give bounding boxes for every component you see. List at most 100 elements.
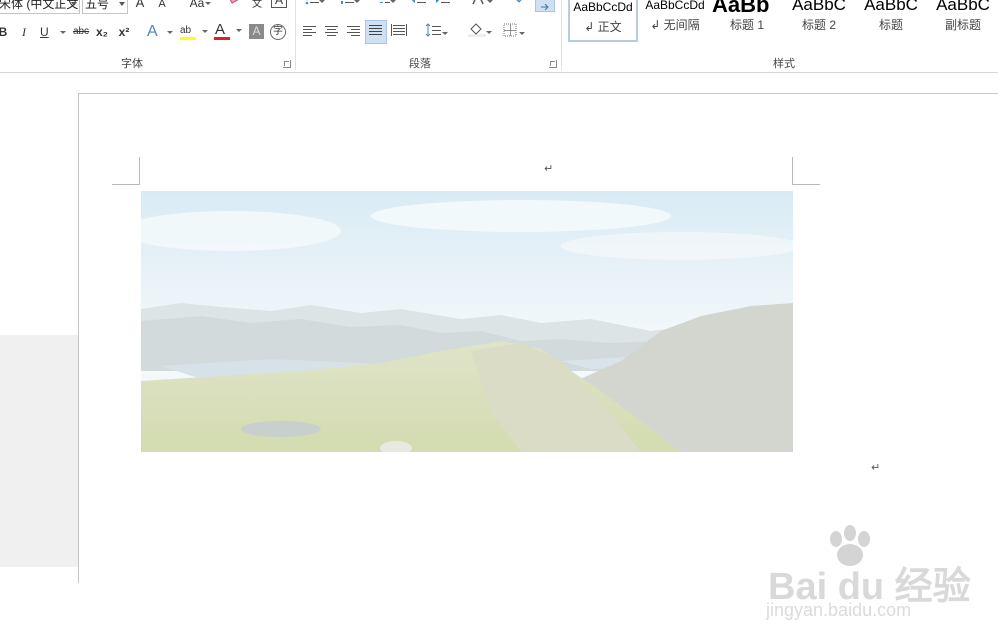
style-name: 标题 1	[712, 18, 782, 32]
style-sample: AaBbC	[856, 0, 926, 18]
chinese-layout-button[interactable]	[465, 0, 493, 12]
font-name-combo[interactable]: 宋体 (中文正文)	[0, 0, 80, 14]
italic-icon: I	[22, 25, 26, 39]
style-sample: AaBbCcDd	[570, 0, 636, 20]
borders-icon	[503, 23, 519, 37]
justify-icon	[369, 24, 383, 36]
navigation-gutter	[0, 335, 78, 567]
style-no-spacing[interactable]: AaBbCcDd ↲ 无间隔	[640, 0, 710, 42]
font-size-value: 五号	[85, 0, 109, 11]
phonetic-guide-button[interactable]: 文	[250, 0, 264, 16]
text-effects-icon: A	[147, 23, 158, 40]
style-normal[interactable]: AaBbCcDd ↲ 正文	[568, 0, 638, 42]
text-effects-button[interactable]: A	[145, 21, 173, 43]
style-sample: AaBb	[712, 0, 782, 18]
group-divider	[295, 0, 296, 70]
bullets-button[interactable]	[301, 0, 325, 12]
group-divider	[561, 0, 562, 70]
phonetic-guide-icon: 文	[252, 0, 262, 10]
multilevel-list-button[interactable]	[372, 0, 396, 12]
chevron-down-icon	[119, 2, 125, 6]
style-name: 标题 2	[784, 18, 854, 32]
grow-font-icon: A	[136, 0, 145, 10]
numbering-button[interactable]	[336, 0, 360, 12]
styles-group-label: 样式	[752, 55, 816, 71]
bold-button[interactable]: B	[0, 21, 10, 43]
increase-indent-icon	[435, 0, 451, 5]
inserted-landscape-image[interactable]	[141, 191, 793, 452]
style-name: ↲ 正文	[570, 20, 636, 34]
align-right-button[interactable]	[346, 22, 362, 44]
distributed-button[interactable]	[390, 22, 408, 44]
margin-corner-top-left	[112, 157, 140, 185]
shrink-font-icon: A	[158, 0, 165, 10]
styles-gallery: AaBbCcDd ↲ 正文 AaBbCcDd ↲ 无间隔 AaBb 标题 1 A…	[566, 0, 998, 45]
sort-button[interactable]: Z	[505, 0, 525, 12]
font-color-button[interactable]: A	[212, 19, 242, 41]
decrease-indent-button[interactable]	[410, 0, 428, 12]
change-case-icon: Aa	[190, 0, 205, 10]
style-name: 标题	[856, 18, 926, 32]
font-group-label: 字体	[100, 55, 164, 71]
italic-button[interactable]: I	[17, 21, 31, 43]
style-sample: AaBbCcDd	[640, 0, 710, 18]
style-title[interactable]: AaBbC 标题	[856, 0, 926, 42]
enclose-characters-button[interactable]: 字	[270, 24, 286, 40]
justify-button[interactable]	[365, 20, 387, 44]
align-left-icon	[303, 25, 317, 37]
grow-font-button[interactable]: A	[133, 0, 147, 14]
highlight-button[interactable]: ab	[178, 20, 208, 42]
paragraph-mark-icon	[538, 2, 552, 12]
character-shading-button[interactable]: A	[249, 24, 264, 39]
chevron-down-icon	[71, 2, 77, 6]
paragraph-dialog-launcher-icon[interactable]	[549, 60, 557, 68]
font-name-value: 宋体 (中文正文)	[0, 0, 80, 11]
enclose-characters-icon: 字	[273, 26, 283, 37]
multilevel-list-icon	[376, 0, 392, 5]
paragraph-mark: ↵	[544, 162, 553, 175]
shrink-font-button[interactable]: A	[155, 0, 169, 15]
change-case-button[interactable]: Aa	[183, 0, 211, 14]
bullets-icon	[305, 0, 321, 5]
align-center-button[interactable]	[324, 22, 340, 44]
document-area: ↵	[0, 73, 998, 567]
highlight-color-bar	[180, 37, 196, 40]
strikethrough-icon: abc	[73, 26, 89, 37]
underline-icon: U	[40, 25, 49, 39]
align-left-button[interactable]	[302, 22, 318, 44]
style-heading-2[interactable]: AaBbC 标题 2	[784, 0, 854, 42]
superscript-icon: x²	[119, 25, 130, 39]
show-marks-button[interactable]	[535, 0, 555, 12]
font-color-icon: A	[215, 21, 225, 38]
style-sample: AaBbC	[928, 0, 998, 18]
paint-bucket-icon	[467, 21, 487, 37]
superscript-button[interactable]: x²	[116, 21, 132, 43]
subscript-button[interactable]: x₂	[94, 21, 110, 43]
subscript-icon: x₂	[96, 25, 108, 39]
baidu-jingyan-watermark: Bai du 经验 jingyan.baidu.com	[760, 525, 960, 625]
shading-button[interactable]	[462, 21, 492, 43]
font-dialog-launcher-icon[interactable]	[283, 60, 291, 68]
svg-text:Z: Z	[507, 0, 512, 2]
line-spacing-button[interactable]	[420, 22, 448, 44]
align-right-icon	[347, 25, 361, 37]
font-color-bar	[214, 37, 230, 40]
watermark-url: jingyan.baidu.com	[766, 600, 911, 621]
style-subtitle[interactable]: AaBbC 副标题	[928, 0, 998, 42]
borders-button[interactable]	[497, 22, 525, 44]
style-sample: AaBbC	[784, 0, 854, 18]
eraser-icon	[227, 0, 243, 7]
clear-format-button[interactable]	[226, 0, 244, 14]
increase-indent-button[interactable]	[434, 0, 452, 12]
ribbon: 宋体 (中文正文) 五号 A A Aa 文 A B I U abc x₂ x² …	[0, 0, 998, 73]
style-heading-1[interactable]: AaBb 标题 1	[712, 0, 782, 42]
underline-button[interactable]: U	[38, 21, 66, 43]
style-name: ↲ 无间隔	[640, 18, 710, 32]
numbering-icon	[340, 0, 356, 5]
font-size-combo[interactable]: 五号	[82, 0, 128, 14]
character-border-icon: A	[275, 0, 283, 7]
highlighter-icon: ab	[180, 25, 191, 36]
style-name: 副标题	[928, 18, 998, 32]
character-border-button[interactable]: A	[271, 0, 287, 8]
strikethrough-button[interactable]: abc	[71, 21, 91, 43]
